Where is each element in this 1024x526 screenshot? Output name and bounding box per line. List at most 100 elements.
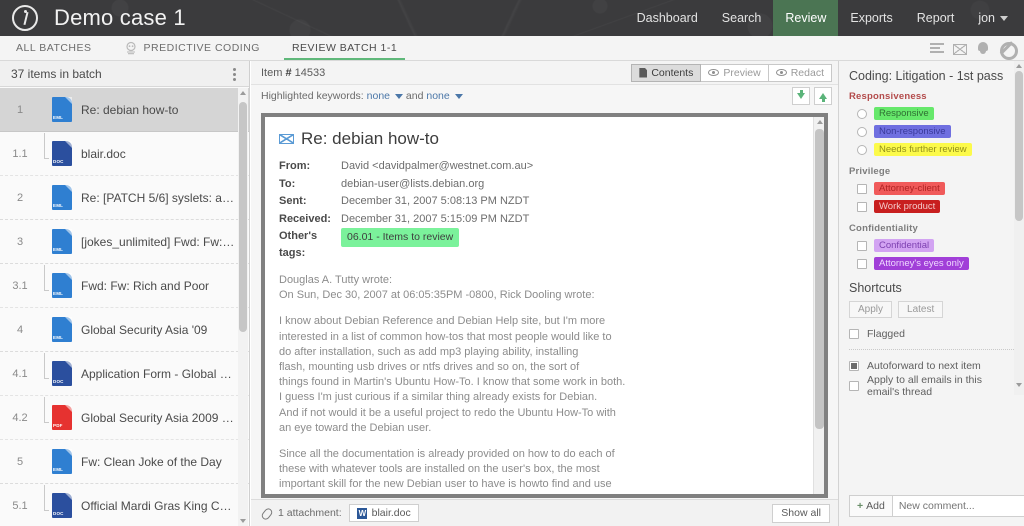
mail-icon[interactable] <box>953 43 967 55</box>
coding-option-chip[interactable]: Needs further review <box>874 143 972 156</box>
scroll-down-icon[interactable] <box>240 519 246 523</box>
list-item[interactable]: 5 EML Fw: Clean Joke of the Day <box>0 440 249 484</box>
chevron-down-icon[interactable] <box>454 94 463 99</box>
list-item[interactable]: 4.1 DOC Application Form - Global Securit.… <box>0 352 249 396</box>
scroll-up-icon[interactable] <box>240 91 246 95</box>
divider <box>849 349 1014 350</box>
latest-button[interactable]: Latest <box>898 301 944 318</box>
scroll-down-icon[interactable] <box>1016 383 1022 387</box>
kebab-menu-icon[interactable] <box>227 67 241 81</box>
view-preview-button[interactable]: Preview <box>701 63 769 82</box>
gear-icon[interactable] <box>999 41 1018 60</box>
list-item-number: 3.1 <box>12 279 28 292</box>
list-item[interactable]: 3.1 EML Fwd: Fw: Rich and Poor <box>0 264 249 308</box>
view-contents-button[interactable]: Contents <box>631 63 702 82</box>
email-scroll-thumb[interactable] <box>815 129 824 429</box>
bell-icon[interactable] <box>976 41 990 55</box>
coding-option-checkbox[interactable] <box>857 258 867 269</box>
coding-option-chip[interactable]: Attorney-client <box>874 182 945 195</box>
coding-option-chip[interactable]: Work product <box>874 200 941 213</box>
autoforward-checkbox[interactable] <box>849 361 859 371</box>
coding-option-chip[interactable]: Responsive <box>874 107 934 120</box>
coding-option-checkbox[interactable] <box>857 201 867 212</box>
coding-option-row[interactable]: Responsive <box>857 106 1014 121</box>
keyword-prev-button[interactable] <box>814 87 832 105</box>
keyword-next-button[interactable] <box>792 87 810 105</box>
main-nav: Dashboard Search Review Exports Report jon <box>625 0 1024 36</box>
predictive-coding-icon <box>124 41 138 55</box>
apply-thread-checkbox[interactable] <box>849 381 859 391</box>
new-comment-input[interactable] <box>892 495 1024 517</box>
plus-icon: + <box>857 500 864 512</box>
arrow-up-icon <box>819 93 827 102</box>
circle-i-logo-icon <box>12 5 38 31</box>
scroll-up-icon[interactable] <box>817 120 823 124</box>
add-comment-button[interactable]: + Add <box>849 495 893 517</box>
nav-item-search[interactable]: Search <box>710 0 774 36</box>
chevron-down-icon[interactable] <box>395 94 403 99</box>
list-item[interactable]: 1.1 DOC blair.doc <box>0 132 249 176</box>
user-menu[interactable]: jon <box>966 0 1024 36</box>
list-item[interactable]: 4.2 PDF Global Security Asia 2009 invite..… <box>0 396 249 440</box>
coding-option-chip[interactable]: Confidential <box>874 239 935 252</box>
email-header-key: Received: <box>279 212 331 225</box>
tab-predictive-coding[interactable]: PREDICTIVE CODING <box>108 36 276 60</box>
list-item[interactable]: 4 EML Global Security Asia '09 <box>0 308 249 352</box>
nav-item-exports[interactable]: Exports <box>838 0 904 36</box>
list-item[interactable]: 2 EML Re: [PATCH 5/6] syslets: add generic… <box>0 176 249 220</box>
document-list[interactable]: 1 EML Re: debian how-to 1.1 DOC blair.doc 2 EML… <box>0 88 249 526</box>
coding-option-chip[interactable]: Non-responsive <box>874 125 951 138</box>
show-all-button[interactable]: Show all <box>772 503 830 523</box>
nav-item-report[interactable]: Report <box>905 0 967 36</box>
coding-option-row[interactable]: Work product <box>857 199 1014 214</box>
batch-count-label: 37 items in batch <box>11 66 102 81</box>
keyword-1-dropdown[interactable]: none <box>367 90 390 102</box>
coding-option-row[interactable]: Needs further review <box>857 142 1014 157</box>
coding-option-chip[interactable]: Attorney's eyes only <box>874 257 969 270</box>
tree-connector <box>40 352 52 389</box>
tree-connector <box>40 95 52 125</box>
coding-option-row[interactable]: Confidential <box>857 238 1014 253</box>
keyword-2-dropdown[interactable]: none <box>426 90 449 102</box>
coding-option-row[interactable]: Attorney-client <box>857 181 1014 196</box>
attachment-chip[interactable]: blair.doc <box>348 504 419 522</box>
apply-thread-row[interactable]: Apply to all emails in this email's thre… <box>849 374 1014 395</box>
email-scrollbar[interactable] <box>813 117 824 494</box>
list-item-title: [jokes_unlimited] Fwd: Fw: Rich and ... <box>81 234 249 249</box>
flagged-row[interactable]: Flagged <box>849 326 1014 342</box>
email-header-row: Received: December 31, 2007 5:15:09 PM NZ… <box>279 211 808 228</box>
coding-option-row[interactable]: Attorney's eyes only <box>857 256 1014 271</box>
list-scroll-thumb[interactable] <box>239 102 247 332</box>
tab-label: REVIEW BATCH 1-1 <box>291 42 398 54</box>
list-item[interactable]: 3 EML [jokes_unlimited] Fwd: Fw: Rich and … <box>0 220 249 264</box>
coding-option-checkbox[interactable] <box>857 240 867 251</box>
nav-item-review[interactable]: Review <box>773 0 839 36</box>
apply-button[interactable]: Apply <box>849 301 893 318</box>
flagged-checkbox[interactable] <box>849 329 859 339</box>
coding-option-row[interactable]: Non-responsive <box>857 124 1014 139</box>
coding-option-radio[interactable] <box>857 108 867 119</box>
email-header-row: Sent: December 31, 2007 5:08:13 PM NZDT <box>279 193 808 210</box>
list-scrollbar[interactable] <box>238 88 248 526</box>
autoforward-row[interactable]: Autoforward to next item <box>849 358 1014 374</box>
email-paragraph: Since all the documentation is already p… <box>279 448 615 494</box>
list-item[interactable]: 1 EML Re: debian how-to <box>0 88 249 132</box>
tree-connector <box>40 396 52 433</box>
coding-scroll-thumb[interactable] <box>1015 71 1023 221</box>
tab-all-batches[interactable]: ALL BATCHES <box>0 36 108 60</box>
email-header-value: debian-user@lists.debian.org <box>341 177 485 190</box>
view-redact-button[interactable]: Redact <box>768 63 832 82</box>
coding-pane: Coding: Litigation - 1st pass Responsive… <box>838 61 1024 526</box>
tab-label: PREDICTIVE CODING <box>143 42 260 54</box>
coding-option-checkbox[interactable] <box>857 183 867 194</box>
list-icon[interactable] <box>930 41 944 55</box>
eml-file-icon: EML <box>52 185 72 210</box>
nav-item-dashboard[interactable]: Dashboard <box>625 0 710 36</box>
scroll-up-icon[interactable] <box>1016 64 1022 68</box>
coding-option-radio[interactable] <box>857 126 867 137</box>
coding-option-radio[interactable] <box>857 144 867 155</box>
tab-review-batch-1-1[interactable]: REVIEW BATCH 1-1 <box>276 36 413 60</box>
email-body: Re: debian how-to From: David <davidpalme… <box>265 117 824 494</box>
list-item[interactable]: 5.1 DOC Official Mardi Gras King Cake Re..… <box>0 484 249 526</box>
coding-scrollbar[interactable] <box>1014 61 1024 395</box>
